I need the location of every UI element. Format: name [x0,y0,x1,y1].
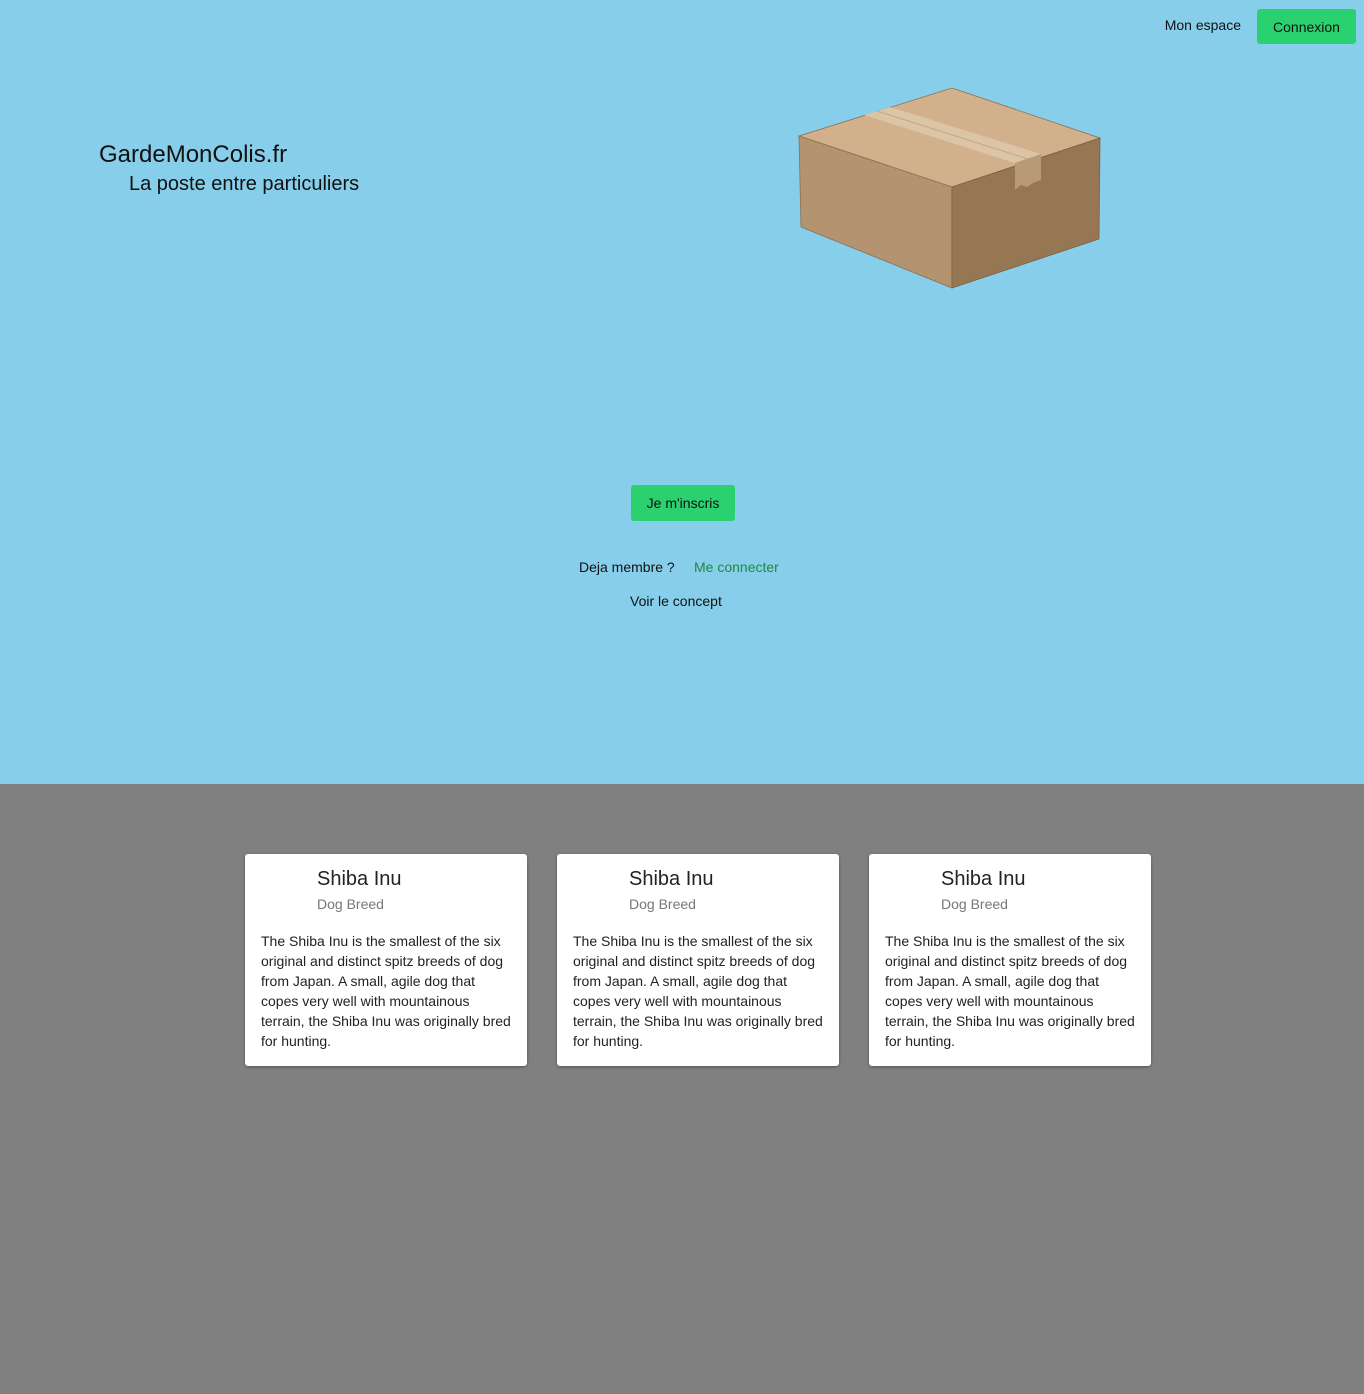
info-card: Shiba Inu Dog Breed The Shiba Inu is the… [245,854,527,1066]
hero-section: Mon espace Connexion GardeMonColis.fr La… [0,0,1364,784]
card-text: The Shiba Inu is the smallest of the six… [885,933,1135,1049]
info-card: Shiba Inu Dog Breed The Shiba Inu is the… [869,854,1151,1066]
login-button[interactable]: Connexion [1257,9,1356,44]
card-subtitle: Dog Breed [629,896,696,912]
card-text: The Shiba Inu is the smallest of the six… [261,933,511,1049]
site-brand: GardeMonColis.fr [99,141,288,168]
card-title: Shiba Inu [317,868,402,890]
card-title: Shiba Inu [629,868,714,890]
already-member-text: Deja membre ? [579,559,675,575]
connect-link[interactable]: Me connecter [694,559,779,575]
cardboard-box-illustration [797,87,1102,289]
card-subtitle: Dog Breed [941,896,1008,912]
my-space-link[interactable]: Mon espace [1165,17,1241,33]
info-card: Shiba Inu Dog Breed The Shiba Inu is the… [557,854,839,1066]
signup-button[interactable]: Je m'inscris [631,485,735,521]
card-text: The Shiba Inu is the smallest of the six… [573,933,823,1049]
site-tagline: La poste entre particuliers [129,173,360,195]
card-subtitle: Dog Breed [317,896,384,912]
see-concept-link[interactable]: Voir le concept [630,593,722,609]
card-title: Shiba Inu [941,868,1026,890]
